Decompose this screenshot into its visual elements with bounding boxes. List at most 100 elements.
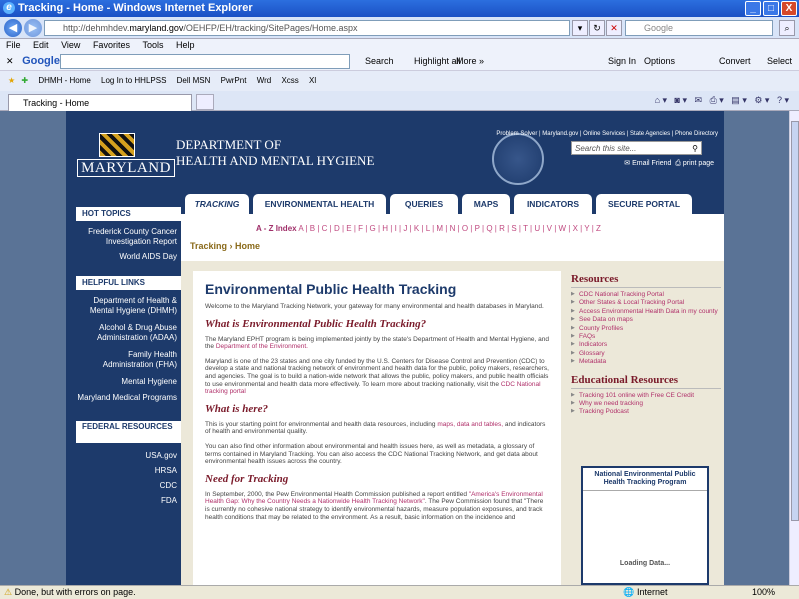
back-button[interactable]: ◀ bbox=[4, 19, 22, 37]
stop-icon[interactable]: ✕ bbox=[606, 20, 622, 36]
search-icon[interactable]: ⚲ bbox=[692, 142, 698, 155]
edu-link[interactable]: Tracking Podcast bbox=[571, 408, 721, 416]
google-search-input[interactable] bbox=[60, 54, 350, 69]
select-button[interactable]: Select bbox=[767, 52, 792, 71]
address-dropdown-icon[interactable]: ▾ bbox=[572, 20, 588, 36]
page-icon[interactable]: ▤ bbox=[731, 95, 740, 105]
edu-link[interactable]: Why we need tracking bbox=[571, 400, 721, 408]
tab-queries[interactable]: QUERIES bbox=[390, 194, 458, 214]
fav-link-dell-msn[interactable]: Dell MSN bbox=[177, 76, 211, 85]
resource-link[interactable]: Glossary bbox=[571, 350, 721, 358]
maps-data-link[interactable]: maps, data and tables, bbox=[437, 421, 503, 428]
forward-button[interactable]: ▶ bbox=[24, 19, 42, 37]
home-icon[interactable]: ⌂ bbox=[655, 95, 660, 105]
tab-secure-portal[interactable]: SECURE PORTAL bbox=[596, 194, 692, 214]
scrollbar-thumb[interactable] bbox=[791, 121, 799, 521]
resource-link[interactable]: Indicators bbox=[571, 341, 721, 349]
widget-title: National Environmental Public Health Tra… bbox=[583, 468, 707, 491]
tab-maps[interactable]: MAPS bbox=[462, 194, 510, 214]
fav-link-hhlpss[interactable]: Log In to HHLPSS bbox=[101, 76, 166, 85]
sidebar-item-cdc[interactable]: CDC bbox=[76, 481, 177, 491]
highlight-button[interactable]: Highlight all bbox=[414, 52, 461, 71]
resource-link[interactable]: FAQs bbox=[571, 333, 721, 341]
mde-link[interactable]: Department of the Environment. bbox=[216, 343, 308, 350]
menu-tools[interactable]: Tools bbox=[142, 40, 163, 50]
utility-links[interactable]: Problem Solver | Maryland.gov | Online S… bbox=[496, 131, 718, 137]
minimize-button[interactable]: _ bbox=[745, 1, 761, 16]
state-seal-icon bbox=[492, 133, 544, 185]
sidebar-item-mental-hygiene[interactable]: Mental Hygiene bbox=[76, 377, 177, 387]
maryland-logo[interactable]: MARYLAND bbox=[77, 159, 175, 177]
tracking-widget[interactable]: National Environmental Public Health Tra… bbox=[581, 466, 709, 585]
edu-link[interactable]: Tracking 101 online with Free CE Credit bbox=[571, 392, 721, 400]
resource-link[interactable]: Access Environmental Health Data in my c… bbox=[571, 308, 721, 316]
options-button[interactable]: Options bbox=[644, 52, 675, 71]
main-nav: TRACKING ENVIRONMENTAL HEALTH QUERIES MA… bbox=[181, 190, 724, 214]
sidebar-item-hrsa[interactable]: HRSA bbox=[76, 466, 177, 476]
menu-favorites[interactable]: Favorites bbox=[93, 40, 130, 50]
google-search-button[interactable]: Search bbox=[365, 52, 394, 71]
sidebar-item-adaa[interactable]: Alcohol & Drug Abuse Administration (ADA… bbox=[76, 323, 177, 343]
menu-view[interactable]: View bbox=[61, 40, 80, 50]
print-icon[interactable]: ⎙ bbox=[710, 95, 717, 105]
fav-link-pwrpnt[interactable]: PwrPnt bbox=[221, 76, 247, 85]
az-index-letters[interactable]: A | B | C | D | E | F | G | H | I | J | … bbox=[298, 224, 601, 233]
resource-link[interactable]: Other States & Local Tracking Portal bbox=[571, 299, 721, 307]
tab-tracking-home[interactable]: Tracking - Home bbox=[8, 94, 192, 111]
tools-icon[interactable]: ⚙ bbox=[754, 95, 762, 105]
tab-indicators[interactable]: INDICATORS bbox=[514, 194, 592, 214]
vertical-scrollbar[interactable] bbox=[789, 111, 799, 585]
menu-file[interactable]: File bbox=[6, 40, 21, 50]
tab-tracking[interactable]: TRACKING bbox=[185, 194, 249, 214]
zoom-level[interactable]: 100% bbox=[752, 586, 775, 599]
search-icon[interactable]: ⌕ bbox=[779, 20, 795, 36]
fav-link-wrd[interactable]: Wrd bbox=[257, 76, 272, 85]
resource-link[interactable]: County Profiles bbox=[571, 325, 721, 333]
signin-link[interactable]: Sign In bbox=[608, 52, 636, 71]
convert-button[interactable]: Convert bbox=[719, 52, 751, 71]
more-button[interactable]: More » bbox=[456, 52, 484, 71]
browser-search-input[interactable]: Google bbox=[625, 20, 773, 36]
internet-zone-icon: 🌐 bbox=[623, 587, 635, 597]
sidebar-item-frederick-cancer[interactable]: Frederick County Cancer Investigation Re… bbox=[76, 227, 177, 247]
menu-help[interactable]: Help bbox=[176, 40, 195, 50]
new-tab-button[interactable] bbox=[196, 94, 214, 110]
tab-environmental-health[interactable]: ENVIRONMENTAL HEALTH bbox=[253, 194, 386, 214]
sidebar-item-usagov[interactable]: USA.gov bbox=[76, 451, 177, 461]
intro-text: Welcome to the Maryland Tracking Network… bbox=[205, 303, 544, 310]
resource-link[interactable]: See Data on maps bbox=[571, 316, 721, 324]
sidebar-item-medical-programs[interactable]: Maryland Medical Programs bbox=[76, 393, 177, 403]
close-toolbar-icon[interactable]: ✕ bbox=[6, 56, 14, 66]
title-bar: e Tracking - Home - Windows Internet Exp… bbox=[0, 0, 799, 17]
print-page-link[interactable]: print page bbox=[683, 160, 714, 167]
window-controls: _ □ X bbox=[745, 1, 797, 16]
add-favorite-icon[interactable]: ✚ bbox=[21, 76, 28, 85]
warning-icon[interactable]: ⚠ bbox=[4, 587, 12, 597]
refresh-icon[interactable]: ↻ bbox=[589, 20, 605, 36]
az-index-label[interactable]: A - Z Index bbox=[256, 224, 297, 233]
fav-link-xcss[interactable]: Xcss bbox=[281, 76, 298, 85]
fav-link-xl[interactable]: Xl bbox=[309, 76, 316, 85]
address-bar[interactable]: http://dehmhdev.maryland.gov/OEHFP/EH/tr… bbox=[44, 20, 570, 36]
window-title: Tracking - Home - Windows Internet Explo… bbox=[18, 2, 253, 14]
resource-link[interactable]: CDC National Tracking Portal bbox=[571, 291, 721, 299]
maximize-button[interactable]: □ bbox=[763, 1, 779, 16]
status-text: Done, but with errors on page. bbox=[14, 587, 136, 597]
breadcrumb-parent[interactable]: Tracking bbox=[190, 241, 227, 251]
resource-link[interactable]: Metadata bbox=[571, 358, 721, 366]
mail-icon[interactable]: ✉ bbox=[695, 95, 703, 105]
menu-edit[interactable]: Edit bbox=[33, 40, 49, 50]
email-friend-link[interactable]: Email Friend bbox=[632, 160, 671, 167]
site-search-input[interactable]: Search this site... ⚲ bbox=[571, 141, 702, 155]
sidebar-item-world-aids-day[interactable]: World AIDS Day bbox=[76, 252, 177, 262]
favorites-star-icon[interactable]: ★ bbox=[8, 76, 15, 85]
sidebar-item-fda[interactable]: FDA bbox=[76, 496, 177, 506]
sidebar-item-dhmh[interactable]: Department of Health & Mental Hygiene (D… bbox=[76, 296, 177, 316]
feeds-icon[interactable]: ◙ bbox=[675, 95, 680, 105]
what-is-heading: What is Environmental Public Health Trac… bbox=[205, 317, 427, 330]
help-icon[interactable]: ? bbox=[777, 95, 782, 105]
hot-topics-header: HOT TOPICS bbox=[76, 207, 181, 221]
close-button[interactable]: X bbox=[781, 1, 797, 16]
sidebar-item-fha[interactable]: Family Health Administration (FHA) bbox=[76, 350, 177, 370]
fav-link-dhmh[interactable]: DHMH - Home bbox=[38, 76, 90, 85]
